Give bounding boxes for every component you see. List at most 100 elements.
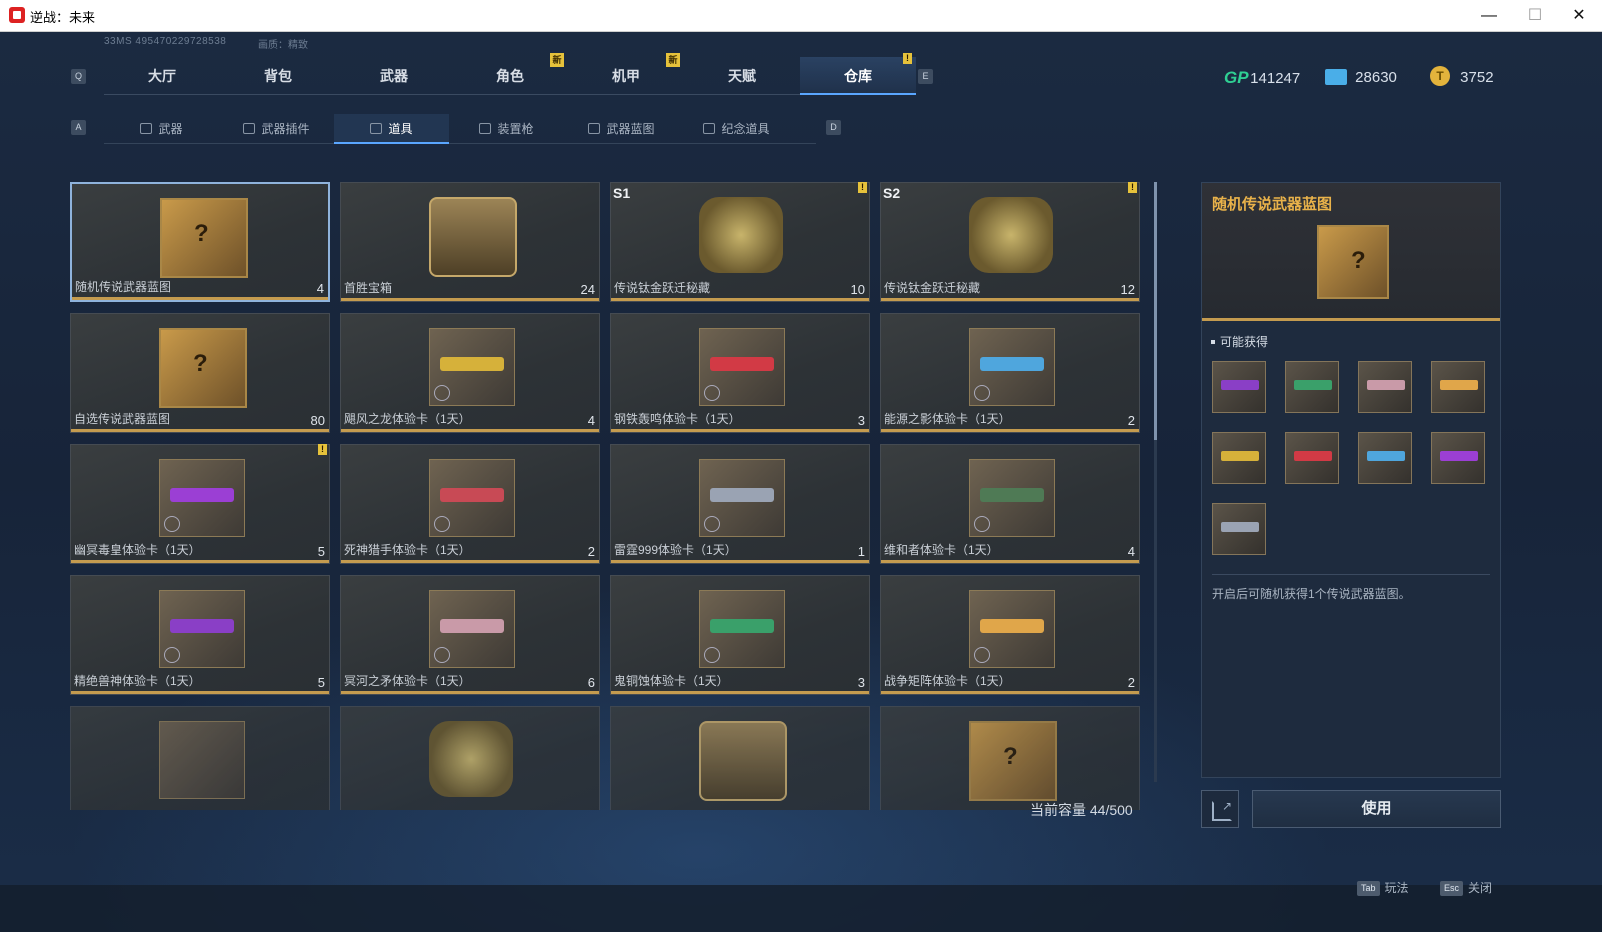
tab-label: 仓库: [844, 68, 872, 84]
maximize-button[interactable]: ☐: [1512, 0, 1558, 31]
item-name: 传说钛金跃迁秘藏: [614, 281, 711, 295]
reward-item[interactable]: [1285, 361, 1339, 413]
tab-play-hint[interactable]: Tab 玩法: [1357, 879, 1409, 896]
main-tabs: 大厅 背包 武器 角色 新机甲 新天赋 仓库!: [104, 53, 916, 95]
tab-label: 大厅: [148, 68, 176, 84]
tab-main-2[interactable]: 武器: [336, 57, 452, 95]
subtab-icon: [479, 123, 492, 134]
subtab-label: 武器: [158, 122, 183, 136]
close-window-button[interactable]: ✕: [1556, 0, 1602, 31]
item-card[interactable]: 自选传说武器蓝图 80: [70, 313, 330, 433]
item-card[interactable]: 随机传说武器蓝图 4: [70, 182, 330, 302]
gun-icon: [440, 488, 504, 502]
item-name: 传说钛金跃迁秘藏: [884, 281, 981, 295]
item-count: 4: [1127, 544, 1135, 559]
alert-badge: !: [1128, 182, 1137, 193]
voucher-icon: [1325, 69, 1347, 85]
detail-title: 随机传说武器蓝图: [1212, 196, 1333, 213]
esc-close-hint[interactable]: Esc 关闭: [1440, 879, 1492, 896]
alert-badge: !: [903, 53, 912, 64]
detail-divider: [1212, 574, 1490, 575]
item-count: 3: [857, 413, 865, 428]
coin-amount: 3752: [1460, 69, 1494, 86]
item-grid: 随机传说武器蓝图4首胜宝箱24S1传说钛金跃迁秘藏10!S2传说钛金跃迁秘藏12…: [70, 182, 1160, 810]
item-card[interactable]: 钢铁轰鸣体验卡（1天） 3: [610, 313, 870, 433]
item-card[interactable]: 鬼铜蚀体验卡（1天） 3: [610, 575, 870, 695]
item-name: 自选传说武器蓝图: [74, 412, 171, 426]
item-detail-panel: 随机传说武器蓝图 可能获得 开启后可随机获得1个传说武器蓝图。: [1201, 182, 1501, 778]
item-name: 首胜宝箱: [344, 281, 393, 295]
tab-sub-1[interactable]: 武器插件: [219, 114, 334, 144]
item-card[interactable]: [70, 706, 330, 810]
item-card[interactable]: 幽冥毒皇体验卡（1天） 5!: [70, 444, 330, 564]
reward-item[interactable]: [1431, 432, 1485, 484]
item-card[interactable]: 维和者体验卡（1天） 4: [880, 444, 1140, 564]
item-card[interactable]: [610, 706, 870, 810]
gun-icon: [1221, 451, 1259, 461]
blueprint-icon: [1317, 225, 1389, 299]
weapon-card-icon: [429, 590, 515, 668]
subtab-label: 纪念道具: [721, 122, 770, 136]
share-button[interactable]: ↗: [1201, 790, 1239, 828]
item-count: 5: [317, 544, 325, 559]
tab-sub-3[interactable]: 装置枪: [449, 114, 564, 144]
tab-main-1[interactable]: 背包: [220, 57, 336, 95]
item-count: 10: [850, 282, 865, 297]
tab-main-5[interactable]: 天赋: [684, 57, 800, 95]
item-card[interactable]: [880, 706, 1140, 810]
item-name: 幽冥毒皇体验卡（1天）: [74, 543, 201, 557]
reward-item[interactable]: [1212, 503, 1266, 555]
tab-main-6[interactable]: 仓库!: [800, 53, 916, 95]
clock-icon: [974, 516, 990, 532]
tab-sub-0[interactable]: 武器: [104, 114, 219, 144]
gun-icon: [1221, 380, 1259, 390]
weapon-card-icon: [699, 590, 785, 668]
item-card[interactable]: 战争矩阵体验卡（1天） 2: [880, 575, 1140, 695]
use-button[interactable]: 使用: [1252, 790, 1501, 828]
quality-readout: 画质：精致: [258, 40, 308, 51]
tab-main-0[interactable]: 大厅: [104, 57, 220, 95]
tab-sub-4[interactable]: 武器蓝图: [564, 114, 679, 144]
item-card[interactable]: [340, 706, 600, 810]
item-card[interactable]: S2 传说钛金跃迁秘藏 12!: [880, 182, 1140, 302]
reward-item[interactable]: [1358, 361, 1412, 413]
reward-item[interactable]: [1431, 361, 1485, 413]
reward-item[interactable]: [1358, 432, 1412, 484]
item-icon: [159, 721, 245, 799]
item-count: 6: [587, 675, 595, 690]
item-icon: [969, 721, 1057, 801]
tab-main-3[interactable]: 角色 新: [452, 53, 568, 95]
key-d-hint: D: [826, 120, 841, 135]
item-card[interactable]: 飓风之龙体验卡（1天） 4: [340, 313, 600, 433]
gun-icon: [1367, 451, 1405, 461]
currency-voucher: 28630: [1325, 66, 1397, 90]
item-card[interactable]: 首胜宝箱 24: [340, 182, 600, 302]
item-name: 死神猎手体验卡（1天）: [344, 543, 471, 557]
reward-item[interactable]: [1212, 361, 1266, 413]
item-card[interactable]: 能源之影体验卡（1天） 2: [880, 313, 1140, 433]
reward-item[interactable]: [1212, 432, 1266, 484]
blueprint-icon: [160, 198, 248, 278]
item-card[interactable]: S1 传说钛金跃迁秘藏 10!: [610, 182, 870, 302]
item-card[interactable]: 死神猎手体验卡（1天） 2: [340, 444, 600, 564]
tab-sub-5[interactable]: 纪念道具: [679, 114, 794, 144]
scrollbar-thumb[interactable]: [1154, 182, 1157, 440]
possible-rewards-heading: 可能获得: [1211, 333, 1268, 350]
tab-sub-2[interactable]: 道具: [334, 114, 449, 144]
item-card[interactable]: 雷霆999体验卡（1天） 1: [610, 444, 870, 564]
clock-icon: [434, 516, 450, 532]
item-name: 精绝兽神体验卡（1天）: [74, 674, 201, 688]
subtab-icon: [243, 123, 256, 134]
item-grid-scrollbar[interactable]: [1154, 182, 1157, 782]
minimize-button[interactable]: —: [1466, 0, 1512, 31]
item-card[interactable]: 精绝兽神体验卡（1天） 5: [70, 575, 330, 695]
tab-label: 机甲: [612, 68, 640, 84]
season-label: S2: [883, 185, 901, 201]
reward-item[interactable]: [1285, 432, 1339, 484]
item-card[interactable]: 冥河之矛体验卡（1天） 6: [340, 575, 600, 695]
gun-icon: [1440, 451, 1478, 461]
alert-badge: !: [318, 444, 327, 455]
item-name: 随机传说武器蓝图: [75, 280, 172, 294]
arrow-up-right-icon: ↗: [1222, 799, 1233, 813]
tab-main-4[interactable]: 机甲 新: [568, 53, 684, 95]
